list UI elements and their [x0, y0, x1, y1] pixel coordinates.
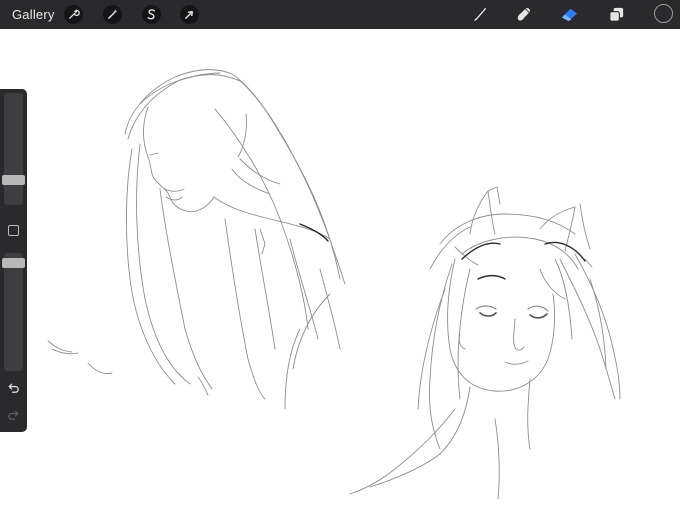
- brush-icon[interactable]: [469, 4, 490, 25]
- gallery-button[interactable]: Gallery: [12, 7, 55, 22]
- wrench-icon[interactable]: [64, 5, 83, 24]
- top-toolbar: Gallery: [0, 0, 680, 29]
- eraser-icon[interactable]: [559, 4, 580, 25]
- redo-icon[interactable]: [6, 407, 21, 422]
- left-sidebar: [0, 89, 27, 432]
- smudge-icon[interactable]: [513, 4, 534, 25]
- magic-wand-icon[interactable]: [103, 5, 122, 24]
- opacity-slider[interactable]: [4, 253, 23, 371]
- arrow-cursor-icon[interactable]: [180, 5, 199, 24]
- layers-icon[interactable]: [606, 4, 627, 25]
- opacity-slider-thumb[interactable]: [2, 258, 25, 269]
- drawing-canvas[interactable]: [0, 29, 680, 510]
- selection-s-icon[interactable]: [142, 5, 161, 24]
- brush-size-slider[interactable]: [4, 93, 23, 205]
- undo-icon[interactable]: [6, 380, 21, 395]
- color-swatch-button[interactable]: [654, 4, 673, 23]
- brush-size-slider-thumb[interactable]: [2, 174, 25, 185]
- modify-button[interactable]: [8, 225, 19, 236]
